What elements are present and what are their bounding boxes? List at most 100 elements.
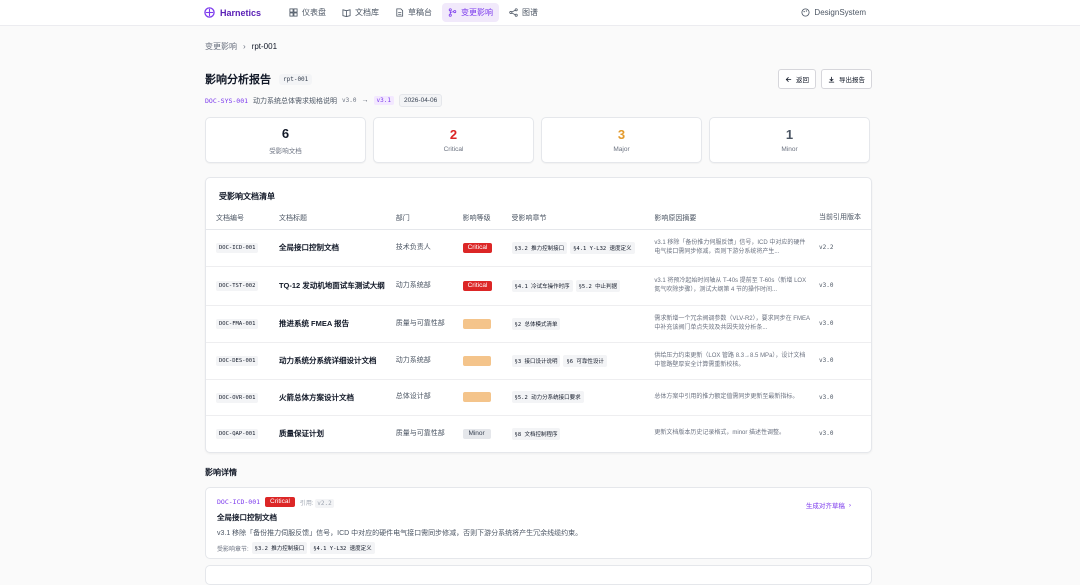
section-tag: §8 文档控制程序 [511, 427, 561, 440]
stat-label: Major [613, 146, 630, 153]
export-button[interactable]: 导出报告 [821, 69, 872, 89]
ref-version: v2.2 [819, 244, 834, 251]
impact-reason: v3.1 移除「备份推力伺服反馈」信号，ICD 中对应的硬件电气接口需同步修减，… [654, 239, 806, 255]
nav-item-library[interactable]: 文档库 [336, 3, 385, 22]
back-button[interactable]: 返回 [778, 69, 816, 89]
section-tag: §5.2 动力分系统接口要求 [511, 391, 584, 403]
doc-code[interactable]: DOC-DES-001 [216, 356, 259, 366]
graph-icon [509, 8, 518, 17]
column-header: 部门 [391, 208, 459, 230]
ref-version: v3.0 [819, 357, 834, 364]
chevron-right-icon: › [848, 501, 851, 509]
impact-reason: 需求新增一个冗余阀调参数（VLV-R2），要求同步在 FMEA 中补充该阀门单点… [654, 315, 810, 331]
severity-badge: Major [462, 318, 491, 329]
detail-sections: 受影响章节: §3.2 推力控制接口 §4.1 Y-L32 速度定义 [217, 542, 860, 554]
impact-detail-card: DOC-ICD-001 Critical 引用: v2.2 生成对齐草稿 › 全… [205, 487, 872, 559]
download-icon [828, 76, 835, 83]
affected-sections: §8 文档控制程序 [511, 427, 647, 440]
stat-card-affected: 6 受影响文档 [205, 117, 366, 163]
doc-title: 全局接口控制文档 [278, 243, 339, 252]
stat-label: Minor [781, 146, 798, 153]
table-row[interactable]: DOC-TST-002 TQ-12 发动机地面试车测试大纲 动力系统部 Crit… [206, 266, 871, 306]
chevron-right-icon: › [243, 42, 246, 51]
ref-version: v3.0 [819, 320, 834, 327]
git-branch-icon [448, 8, 457, 17]
ref-version: v3.0 [819, 282, 834, 289]
stat-card-critical: 2 Critical [373, 117, 534, 163]
detail-ref: 引用: v2.2 [299, 498, 334, 508]
section-tag: §2 总体模式清单 [511, 317, 561, 330]
department: 动力系统部 [395, 281, 431, 289]
nav-label: 仪表盘 [302, 8, 327, 17]
doc-code[interactable]: DOC-ICD-001 [216, 243, 259, 253]
nav-item-dashboard[interactable]: 仪表盘 [283, 3, 332, 22]
stat-value: 6 [281, 125, 290, 141]
column-header: 影响原因摘要 [650, 208, 816, 230]
stat-card-minor: 1 Minor [709, 117, 870, 163]
stat-value: 2 [449, 127, 458, 142]
book-icon [342, 9, 351, 17]
nav-item-drafts[interactable]: 草稿台 [389, 3, 438, 22]
department: 质量与可靠性部 [395, 429, 445, 437]
doc-title: TQ-12 发动机地面试车测试大纲 [278, 281, 385, 290]
table-row[interactable]: DOC-OVR-001 火箭总体方案设计文档 总体设计部 Major §5.2 … [206, 379, 871, 416]
design-system-link[interactable]: DesignSystem [801, 8, 866, 17]
nav-label: 草稿台 [408, 8, 433, 17]
severity-badge: Major [462, 392, 491, 402]
nav-item-graph[interactable]: 图谱 [503, 3, 544, 22]
section-tag: §3 接口设计说明 [511, 354, 561, 367]
generate-draft-label: 生成对齐草稿 [805, 503, 845, 510]
column-header: 当前引用版本 [815, 208, 871, 230]
nav-item-impact[interactable]: 变更影响 [442, 3, 500, 22]
doc-title: 火箭总体方案设计文档 [278, 392, 354, 402]
doc-code[interactable]: DOC-OVR-001 [216, 392, 259, 403]
title-row: 影响分析报告 rpt-001 返回 导出报告 [205, 69, 872, 89]
top-nav-bar: Harnetics 仪表盘 文档库 草稿台 变更影响 图谱 DesignSyst… [0, 0, 1080, 26]
doc-code[interactable]: DOC-TST-002 [216, 281, 259, 291]
detail-sections-label: 受影响章节: [217, 546, 249, 553]
export-label: 导出报告 [839, 77, 865, 84]
detail-ref-label: 引用: [299, 500, 314, 507]
source-doc-code[interactable]: DOC-SYS-001 [205, 97, 248, 105]
doc-code[interactable]: DOC-FMA-001 [216, 319, 259, 329]
palette-icon [801, 8, 810, 17]
nav-label: 图谱 [522, 8, 539, 17]
table-row[interactable]: DOC-DES-001 动力系统分系统详细设计文档 动力系统部 Major §3… [206, 342, 871, 380]
breadcrumb-current: rpt-001 [251, 42, 278, 51]
impact-reason: 更新文档版本历史记录格式，minor 描述性调整。 [654, 430, 786, 437]
stat-value: 3 [617, 127, 626, 142]
section-tag: §4.1 Y-L32 速度定义 [310, 542, 375, 554]
department: 总体设计部 [395, 393, 431, 400]
impact-detail-card-next [205, 565, 872, 585]
stat-label: 受影响文档 [269, 147, 302, 155]
department: 质量与可靠性部 [395, 319, 445, 327]
affected-sections: §3 接口设计说明 §6 可靠性设计 [511, 354, 647, 367]
report-date: 2026-04-06 [398, 94, 443, 107]
doc-title: 推进系统 FMEA 报告 [278, 319, 350, 328]
breadcrumb-parent[interactable]: 变更影响 [205, 41, 237, 52]
ref-version: v3.0 [819, 393, 834, 401]
department: 动力系统部 [395, 356, 431, 364]
nav-label: 文档库 [355, 8, 380, 17]
doc-code[interactable]: DOC-QAP-001 [216, 429, 259, 440]
detail-description: v3.1 移除「备份推力伺服反馈」信号，ICD 中对应的硬件电气接口需同步修减，… [217, 530, 583, 537]
brand-name: Harnetics [220, 7, 262, 18]
doc-title: 动力系统分系统详细设计文档 [278, 356, 377, 365]
severity-badge: Minor [462, 428, 491, 439]
detail-doc-code[interactable]: DOC-ICD-001 [217, 498, 260, 506]
section-tag: §4.1 Y-L32 速度定义 [570, 241, 635, 254]
department: 技术负责人 [395, 243, 431, 251]
table-row[interactable]: DOC-FMA-001 推进系统 FMEA 报告 质量与可靠性部 Major §… [206, 305, 871, 343]
breadcrumb: 变更影响 › rpt-001 [205, 41, 872, 52]
table-row[interactable]: DOC-QAP-001 质量保证计划 质量与可靠性部 Minor §8 文档控制… [206, 415, 871, 452]
detail-ref-version: v2.2 [315, 498, 334, 508]
affected-sections: §4.1 冷试车操作时序 §5.2 中止判据 [511, 279, 647, 292]
generate-draft-link[interactable]: 生成对齐草稿 › [805, 500, 851, 511]
affected-docs-title: 受影响文档清单 [219, 192, 275, 201]
brand[interactable]: Harnetics [204, 7, 261, 18]
stat-label: Critical [443, 146, 464, 153]
impact-reason: 供给压力约束更新（LOX 管路 8.3→8.5 MPa），设计文档中管路壁厚安全… [654, 352, 806, 368]
back-label: 返回 [796, 77, 809, 84]
table-row[interactable]: DOC-ICD-001 全局接口控制文档 技术负责人 Critical §3.2… [206, 229, 871, 267]
column-header: 影响等级 [458, 208, 508, 230]
